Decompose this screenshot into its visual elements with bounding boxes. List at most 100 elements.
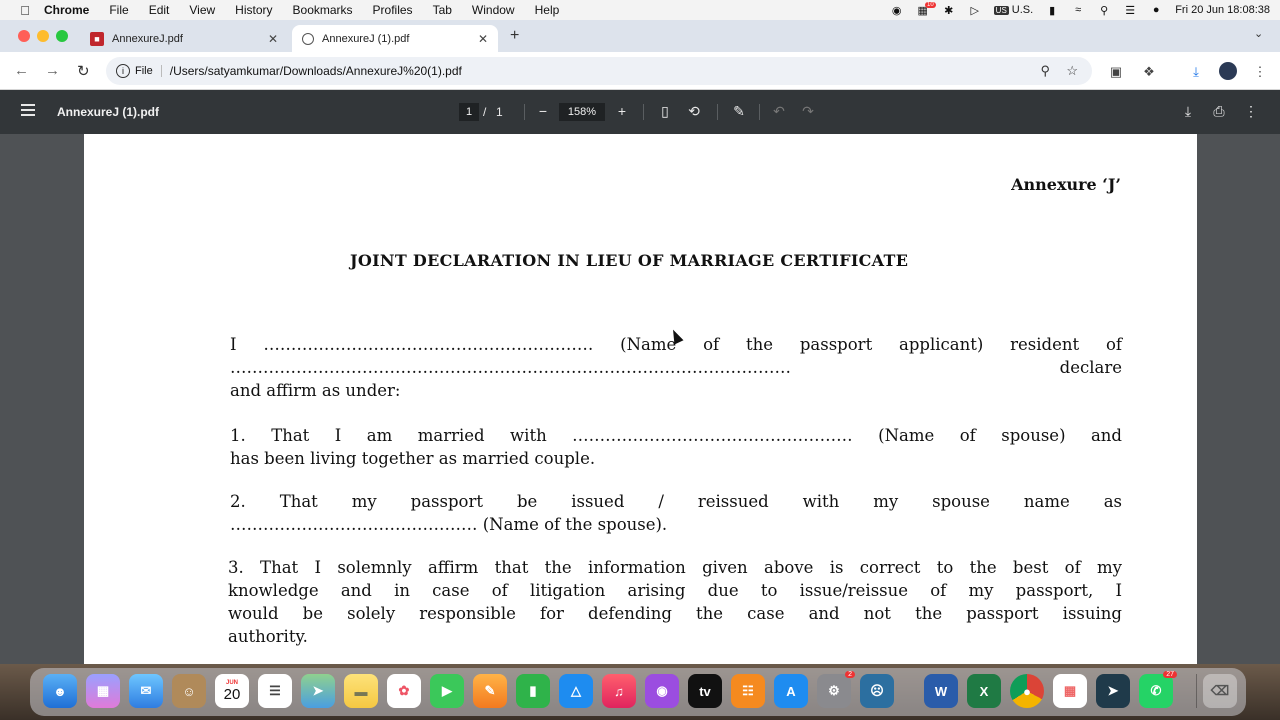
redo-icon[interactable]: ↷: [800, 103, 816, 120]
tab-close-icon[interactable]: ✕: [478, 32, 488, 46]
maps-icon[interactable]: ➤: [301, 674, 335, 708]
numbers-icon[interactable]: ▮: [516, 674, 550, 708]
whatsapp-badge: 27: [1163, 671, 1177, 678]
clause-1: 1. That I am married with ………………………………………: [230, 424, 1122, 470]
excel-icon[interactable]: X: [967, 674, 1001, 708]
address-bar[interactable]: i File /Users/satyamkumar/Downloads/Anne…: [106, 57, 1092, 85]
site-info-icon[interactable]: i: [116, 64, 130, 78]
window-close-button[interactable]: [18, 30, 30, 42]
music-icon[interactable]: ♫: [602, 674, 636, 708]
browser-toolbar: ← → ↻ i File /Users/satyamkumar/Download…: [0, 52, 1280, 90]
scheme-chip[interactable]: File: [135, 65, 162, 77]
pages-icon[interactable]: ✎: [473, 674, 507, 708]
menu-window[interactable]: Window: [472, 3, 515, 17]
trash-icon[interactable]: ⌫: [1203, 674, 1237, 708]
menu-bookmarks[interactable]: Bookmarks: [293, 3, 353, 17]
clock[interactable]: Fri 20 Jun 18:08:38: [1175, 4, 1270, 16]
intro-line: ………………………………………………………………………………………… decla…: [230, 358, 1122, 377]
page-separator: /: [483, 105, 487, 119]
word-icon[interactable]: W: [924, 674, 958, 708]
control-center-icon[interactable]: ☰: [1123, 4, 1137, 17]
chrome-icon[interactable]: ●: [1010, 674, 1044, 708]
menu-view[interactable]: View: [189, 3, 215, 17]
sidebar-menu-icon[interactable]: [21, 104, 35, 116]
apple-tv-icon[interactable]: tv: [688, 674, 722, 708]
office-icon[interactable]: ▦: [1053, 674, 1087, 708]
print-icon[interactable]: ⎙: [1211, 103, 1227, 120]
toolbar-divider: [759, 104, 760, 120]
menu-app-chrome[interactable]: Chrome: [44, 3, 89, 17]
menu-tab[interactable]: Tab: [433, 3, 452, 17]
forward-arrow-icon[interactable]: →: [45, 62, 60, 79]
chrome-menu-kebab-icon[interactable]: ⋮: [1252, 64, 1268, 80]
extensions-puzzle-icon[interactable]: ❖: [1141, 64, 1157, 80]
podcasts-icon[interactable]: ◉: [645, 674, 679, 708]
clause-line: has been living together as married coup…: [230, 449, 596, 468]
finder-icon[interactable]: ☻: [43, 674, 77, 708]
play-circle-icon[interactable]: ▷: [968, 4, 982, 17]
apple-icon[interactable]: : [18, 3, 32, 18]
whatsapp-icon[interactable]: ✆ 27: [1139, 671, 1177, 708]
contacts-icon[interactable]: ☺: [172, 674, 206, 708]
downloads-icon[interactable]: ⤓: [1188, 64, 1204, 80]
tab-strip: ■ AnnexureJ.pdf ✕ AnnexureJ (1).pdf ✕: [0, 20, 1280, 52]
new-tab-plus-icon[interactable]: +: [510, 27, 519, 45]
reload-icon[interactable]: ↻: [77, 62, 90, 80]
page-number-input[interactable]: 1: [459, 103, 479, 121]
url-text[interactable]: /Users/satyamkumar/Downloads/AnnexureJ%2…: [170, 64, 462, 78]
battery-icon[interactable]: ▮: [1045, 4, 1059, 17]
clause-line: 2. That my passport be issued / reissued…: [230, 492, 1122, 511]
bookmark-star-icon[interactable]: ☆: [1066, 57, 1078, 85]
toolbar-divider: [643, 104, 644, 120]
input-source[interactable]: US U.S.: [993, 4, 1033, 16]
window-minimize-button[interactable]: [37, 30, 49, 42]
launchpad-icon[interactable]: ▦: [86, 674, 120, 708]
pdf-more-kebab-icon[interactable]: ⋮: [1243, 103, 1259, 120]
menu-history[interactable]: History: [235, 3, 272, 17]
zoom-out-icon[interactable]: −: [535, 103, 551, 119]
clause-line: 1. That I am married with ………………………………………: [230, 426, 1122, 445]
zoom-in-icon[interactable]: +: [614, 103, 630, 119]
menu-profiles[interactable]: Profiles: [373, 3, 413, 17]
zoom-magnifier-icon[interactable]: ⚲: [1040, 57, 1050, 85]
reading-app-icon[interactable]: ☹: [860, 674, 894, 708]
fit-page-icon[interactable]: ▯: [657, 103, 673, 120]
bluetooth-icon[interactable]: ✱: [942, 4, 956, 17]
rotate-icon[interactable]: ⟲: [686, 103, 702, 120]
tab-annexurej[interactable]: ■ AnnexureJ.pdf ✕: [80, 25, 288, 52]
undo-icon[interactable]: ↶: [771, 103, 787, 120]
tab-annexurej-1[interactable]: AnnexureJ (1).pdf ✕: [292, 25, 498, 52]
zoom-input[interactable]: 158%: [559, 103, 605, 121]
window-zoom-button[interactable]: [56, 30, 68, 42]
photos-icon[interactable]: ✿: [387, 674, 421, 708]
screenshot-extension-icon[interactable]: ▣: [1108, 64, 1124, 80]
menu-help[interactable]: Help: [535, 3, 560, 17]
spotlight-search-icon[interactable]: ⚲: [1097, 4, 1111, 17]
annotate-pen-icon[interactable]: ✎: [731, 103, 747, 120]
system-settings-icon[interactable]: ⚙ 2: [817, 671, 855, 708]
record-icon[interactable]: ◉: [890, 4, 904, 17]
pdf-toolbar: AnnexureJ (1).pdf 1 / 1 − 158% + ▯ ⟲ ✎ ↶…: [0, 90, 1280, 134]
menu-edit[interactable]: Edit: [149, 3, 170, 17]
page-total: 1: [496, 105, 503, 119]
menu-file[interactable]: File: [109, 3, 128, 17]
utility-app-icon[interactable]: ➤: [1096, 674, 1130, 708]
reminders-icon[interactable]: ☰: [258, 674, 292, 708]
tab-search-chevron-icon[interactable]: ⌄: [1254, 27, 1268, 41]
keynote-icon[interactable]: △: [559, 674, 593, 708]
profile-avatar[interactable]: [1219, 62, 1237, 80]
calendar-icon[interactable]: JUN 20: [215, 674, 249, 708]
back-arrow-icon[interactable]: ←: [14, 62, 29, 79]
notes-icon[interactable]: ▬: [344, 674, 378, 708]
pdf-viewer[interactable]: Annexure ‘J’ JOINT DECLARATION IN LIEU O…: [0, 134, 1280, 664]
siri-icon[interactable]: ●: [1149, 4, 1163, 16]
tab-close-icon[interactable]: ✕: [268, 32, 278, 46]
books-icon[interactable]: ☷: [731, 674, 765, 708]
wifi-icon[interactable]: ≈: [1071, 4, 1085, 16]
app-store-icon[interactable]: A: [774, 674, 808, 708]
pdf-download-icon[interactable]: ⤓: [1180, 103, 1196, 120]
facetime-icon[interactable]: ▶: [430, 674, 464, 708]
mail-icon[interactable]: ✉: [129, 674, 163, 708]
grid-app-icon[interactable]: ▦ 10: [916, 2, 936, 17]
clause-line: ……………………………………… (Name of the spouse).: [230, 515, 668, 534]
